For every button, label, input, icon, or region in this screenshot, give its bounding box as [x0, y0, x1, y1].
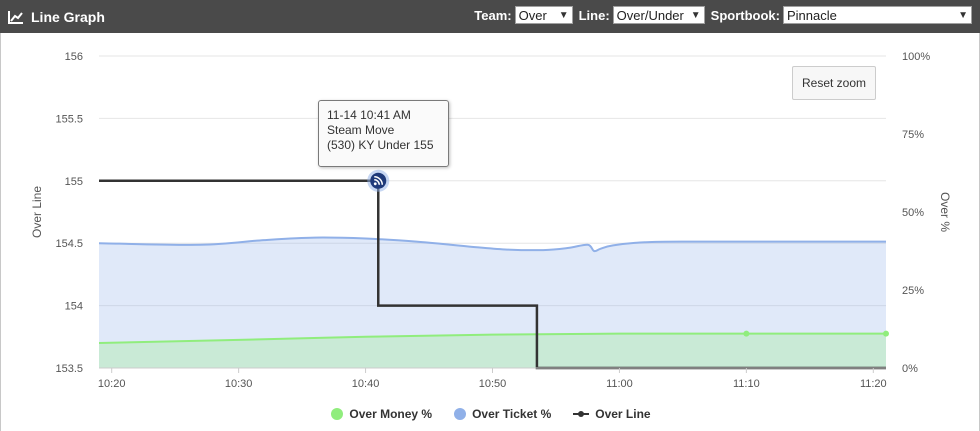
- y-right-tick-label: 25%: [902, 285, 924, 297]
- legend-item-over-ticket[interactable]: Over Ticket %: [454, 407, 551, 421]
- chevron-down-icon: ▼: [690, 9, 701, 21]
- rss-dot: [373, 182, 377, 186]
- team-select-value: Over: [518, 7, 547, 23]
- legend-symbol: [573, 411, 590, 417]
- tooltip-line-3: (530) KY Under 155: [327, 138, 434, 152]
- data-point-marker: [883, 330, 889, 337]
- sportsbook-select[interactable]: Pinnacle ▼: [783, 6, 972, 24]
- x-tick-label: 10:50: [479, 378, 507, 390]
- x-tick-label: 10:40: [352, 378, 380, 390]
- y-left-tick-label: 154.5: [55, 238, 83, 250]
- chart-legend: Over Money % Over Ticket % Over Line: [1, 405, 980, 423]
- sportsbook-select-value: Pinnacle: [787, 7, 837, 23]
- legend-item-over-money[interactable]: Over Money %: [331, 407, 432, 421]
- y-right-tick-label: 50%: [902, 207, 924, 219]
- y-left-tick-label: 154: [65, 301, 83, 313]
- legend-symbol: [454, 408, 467, 420]
- y-right-tick-label: 0%: [902, 363, 918, 375]
- line-select-value: Over/Under: [616, 7, 684, 23]
- x-tick-label: 10:30: [225, 378, 253, 390]
- y-right-tick-label: 75%: [902, 129, 924, 141]
- x-tick-label: 10:20: [98, 378, 126, 390]
- filter-controls: Team: Over ▼ Line: Over/Under ▼ Sportboo…: [474, 6, 972, 24]
- team-label: Team:: [474, 7, 512, 23]
- tooltip-line-1: 11-14 10:41 AM: [327, 108, 411, 122]
- x-tick-label: 11:20: [860, 378, 887, 390]
- chevron-down-icon: ▼: [958, 9, 968, 21]
- legend-label: Over Money %: [349, 407, 433, 421]
- sportsbook-label: Sportbook:: [710, 7, 780, 23]
- legend-symbol: [331, 408, 344, 420]
- reset-zoom-button[interactable]: Reset zoom: [792, 66, 876, 100]
- line-chart-icon: [8, 11, 23, 24]
- header-title-group: Line Graph: [8, 7, 105, 27]
- legend-label: Over Line: [595, 407, 651, 421]
- y-left-tick-label: 155.5: [55, 113, 83, 125]
- legend-label: Over Ticket %: [472, 407, 552, 421]
- x-tick-label: 11:00: [606, 378, 633, 390]
- x-tick-label: 11:10: [733, 378, 760, 390]
- line-label: Line:: [578, 7, 610, 23]
- y-left-tick-label: 156: [65, 51, 83, 63]
- chart-tooltip: 11-14 10:41 AM Steam Move (530) KY Under…: [318, 100, 449, 167]
- line-select[interactable]: Over/Under ▼: [612, 6, 705, 24]
- chevron-down-icon: ▼: [558, 9, 569, 21]
- y-right-tick-label: 100%: [902, 51, 930, 63]
- tooltip-line-2: Steam Move: [327, 123, 395, 137]
- y-left-tick-label: 153.5: [55, 363, 83, 375]
- page-title: Line Graph: [31, 9, 105, 25]
- y-left-tick-label: 155: [65, 176, 83, 188]
- chart-container: 153.5 154 154.5 155 155.5 156 0% 25% 50% 75% 100% O…: [0, 33, 980, 431]
- header-bar: Line Graph Team: Over ▼ Line: Over/Under…: [0, 0, 980, 33]
- team-select[interactable]: Over ▼: [514, 6, 573, 24]
- data-point-marker: [743, 330, 750, 337]
- legend-item-over-line[interactable]: Over Line: [573, 407, 651, 421]
- y-left-axis-title: Over Line: [30, 186, 44, 238]
- y-right-axis-title: Over %: [938, 192, 952, 232]
